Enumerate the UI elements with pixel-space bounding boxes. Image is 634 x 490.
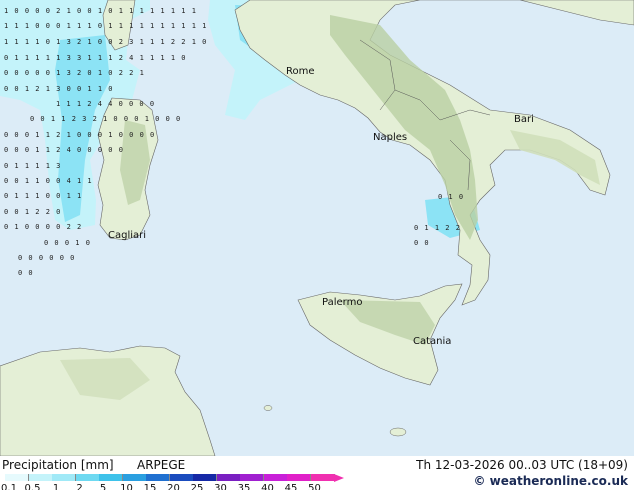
scale-tick-label: 5 [99, 483, 107, 490]
scale-swatch [52, 474, 76, 481]
scale-tick-label: 10 [120, 483, 133, 490]
scale-swatch [75, 474, 100, 481]
city-label-naples: Naples [373, 132, 408, 143]
pantelleria [263, 405, 273, 411]
legend-title: Precipitation [mm] [2, 458, 114, 472]
legend-bar: Precipitation [mm] ARPEGE Th 12-03-2026 … [0, 456, 634, 490]
scale-tick-label: 20 [167, 483, 180, 490]
scale-tick-label: 45 [284, 483, 298, 490]
forecast-datetime: Th 12-03-2026 00..03 UTC (18+09) [416, 458, 628, 472]
city-label-rome: Rome [286, 66, 315, 77]
grid-value-row: 0 1 1 1 0 0 1 1 [4, 192, 83, 200]
grid-value-row: 0 0 1 2 2 0 [4, 208, 62, 216]
precipitation-map[interactable]: 1 0 0 0 0 2 1 0 0 1 0 1 1 1 1 1 1 1 1 1 … [0, 0, 634, 457]
scale-swatch [287, 474, 311, 481]
city-label-palermo: Palermo [322, 297, 363, 308]
scale-swatch [263, 474, 288, 481]
scale-swatch [146, 474, 170, 481]
scale-tick-label: 2 [76, 483, 83, 490]
grid-value-row: 1 1 1 1 0 1 3 2 1 0 0 2 3 1 1 1 2 2 1 0 [4, 38, 208, 46]
grid-value-row: 0 1 0 [438, 193, 465, 201]
grid-value-row: 0 1 1 1 1 1 3 3 1 1 1 2 4 1 1 1 1 0 [4, 54, 187, 62]
grid-value-row: 0 1 1 1 1 3 [4, 162, 62, 170]
scale-tick-label: 25 [190, 483, 204, 490]
scale-tick-label: 40 [261, 483, 274, 490]
grid-value-row: 0 0 0 0 0 1 3 2 0 1 0 2 2 1 [4, 69, 145, 77]
scale-swatch [193, 474, 217, 481]
scale-tick-label: 0.1 [1, 483, 17, 490]
grid-value-row: 1 0 0 0 0 2 1 0 0 1 0 1 1 1 1 1 1 1 1 [4, 7, 197, 15]
grid-value-row: 0 1 1 2 2 [414, 224, 461, 232]
city-label-catania: Catania [413, 336, 452, 347]
scale-swatch [122, 474, 147, 481]
scale-tick-label: 1 [52, 483, 60, 490]
grid-value-row: 0 0 0 0 0 0 [18, 254, 76, 262]
grid-value-row: 0 1 0 0 0 0 2 2 [4, 223, 83, 231]
scale-swatch [240, 474, 264, 481]
scale-swatch [169, 474, 194, 481]
scale-tick-label: 50 [308, 483, 321, 490]
city-label-bari: Bari [514, 114, 534, 125]
scale-tick-label: 30 [214, 483, 227, 490]
grid-value-row: 0 0 [414, 239, 430, 247]
grid-value-row: 0 0 0 1 0 [44, 239, 91, 247]
city-label-cagliari: Cagliari [108, 230, 147, 241]
scale-swatch [99, 474, 123, 481]
grid-value-row: 0 0 0 1 1 2 4 0 0 0 0 0 [4, 146, 124, 154]
credit-link[interactable]: © weatheronline.co.uk [473, 474, 628, 488]
scale-tick-label: 15 [143, 483, 157, 490]
grid-value-row: 0 0 1 1 0 0 4 1 1 [4, 177, 93, 185]
grid-value-row: 1 1 1 2 4 4 0 0 0 0 [56, 100, 156, 108]
scale-tick-label: 0.5 [24, 483, 41, 490]
malta [389, 427, 407, 437]
model-name: ARPEGE [137, 458, 186, 472]
grid-value-row: 0 0 1 2 1 3 0 0 1 1 0 [4, 85, 114, 93]
grid-value-row: 0 0 1 1 2 3 2 1 0 0 0 1 0 0 0 [30, 115, 182, 123]
grid-value-row: 0 0 [18, 269, 34, 277]
scale-tick-label: 35 [237, 483, 251, 490]
scale-swatch [5, 474, 29, 481]
scale-arrow-icon [334, 474, 344, 482]
grid-value-row: 1 1 1 0 0 0 1 1 1 0 1 1 1 1 1 1 1 1 1 1 [4, 22, 208, 30]
scale-swatch [28, 474, 53, 481]
scale-swatch [216, 474, 241, 481]
scale-swatch [310, 474, 335, 481]
grid-value-row: 0 0 0 1 1 2 1 0 0 0 1 0 0 0 0 [4, 131, 156, 139]
